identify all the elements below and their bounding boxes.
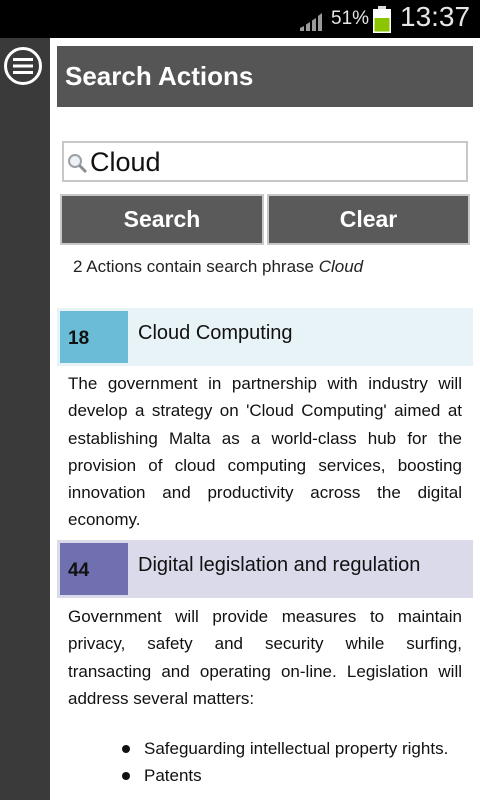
action-description: The government in partnership with indus… [68,374,462,530]
clock: 13:37 [400,1,471,32]
search-button[interactable]: Search [60,194,264,245]
action-number: 18 [60,311,128,363]
result-header[interactable]: 44 Digital legislation and regulation [57,540,473,598]
bullet-text: Safeguarding intellectual property right… [144,739,449,758]
bullet-item: Safeguarding intellectual property right… [68,735,462,762]
summary-text: 2 Actions contain search phrase [73,257,319,276]
bullet-item: Patents [68,762,462,789]
clear-button[interactable]: Clear [267,194,470,245]
result-summary: 2 Actions contain search phrase Cloud [73,257,363,277]
search-icon [68,154,88,174]
bullet-icon [122,745,130,753]
page-title: Search Actions [65,61,254,91]
search-box [62,141,468,182]
side-rail [0,38,50,800]
menu-icon[interactable] [3,46,43,86]
bullet-icon [122,772,130,781]
search-input[interactable] [90,145,464,179]
action-title: Digital legislation and regulation [138,554,421,576]
bullet-list: Safeguarding intellectual property right… [68,735,462,790]
action-number: 44 [60,543,128,595]
result-header[interactable]: 18 Cloud Computing [57,308,473,366]
bullet-text: Patents [144,766,202,786]
page-header: Search Actions [57,46,473,107]
summary-phrase: Cloud [318,257,364,276]
battery-percent: 51% [331,8,370,29]
signal-icon [300,13,322,31]
action-title: Cloud Computing [138,322,293,344]
action-description: Government will provide measures to main… [68,607,462,708]
status-bar: 51% 13:37 [0,0,480,38]
battery-icon [373,6,391,33]
